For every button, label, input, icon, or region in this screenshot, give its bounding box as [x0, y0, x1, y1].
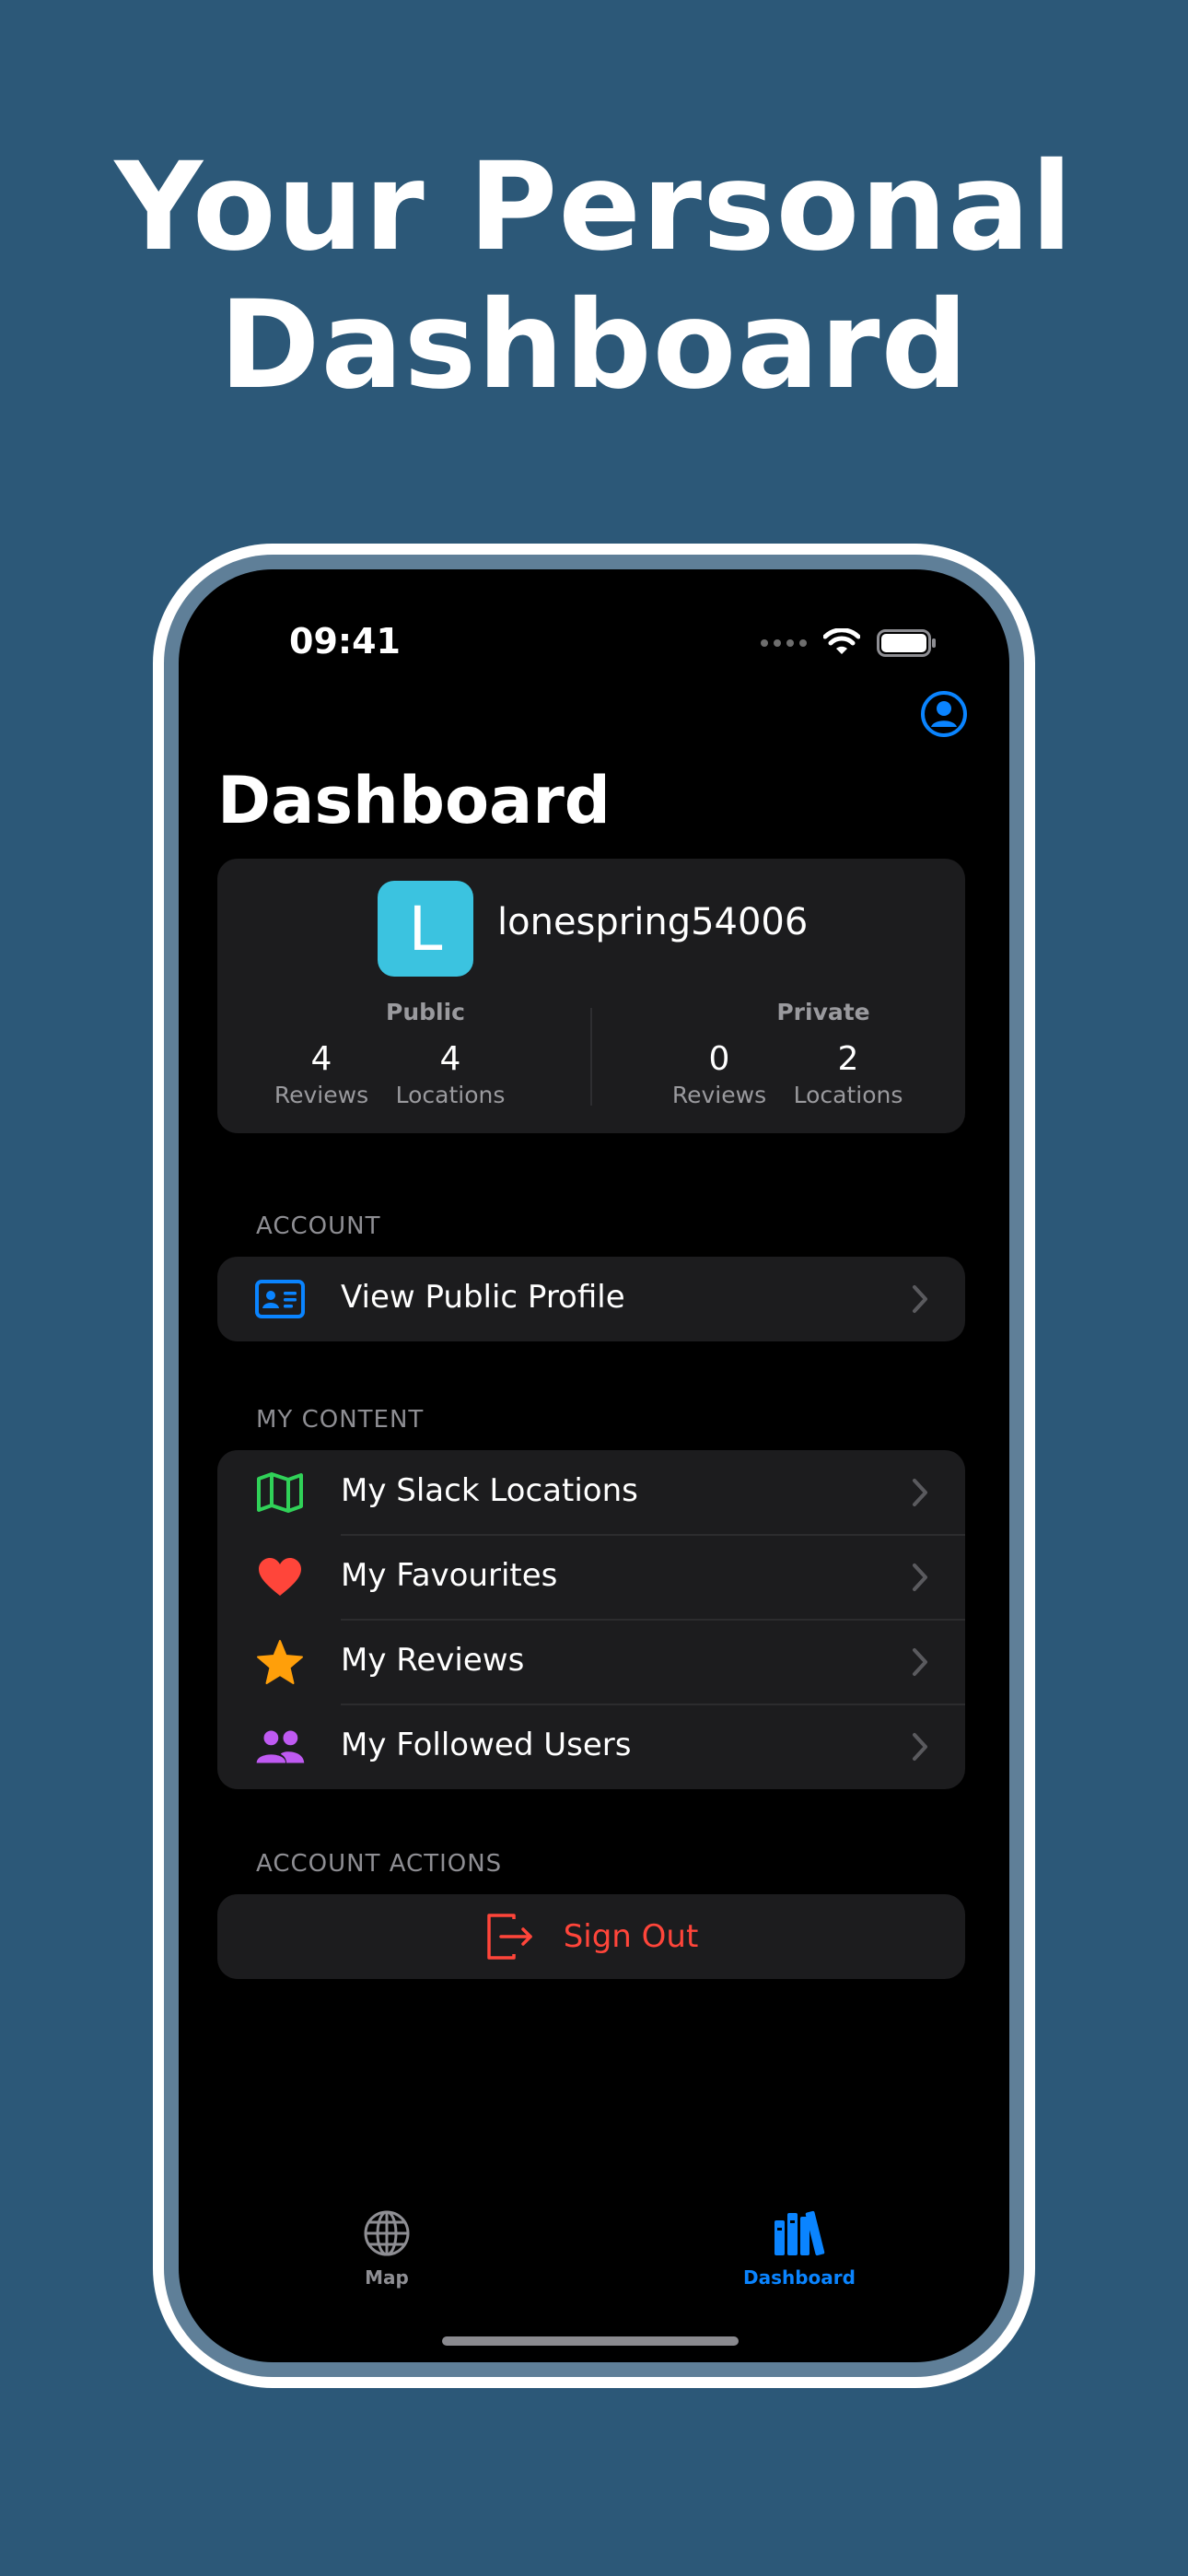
section-header-my-content: MY CONTENT — [256, 1406, 425, 1434]
username: lonespring54006 — [497, 901, 809, 943]
sign-out-button[interactable]: Sign Out — [217, 1894, 965, 1979]
account-actions-list: Sign Out — [217, 1894, 965, 1979]
wifi-icon — [823, 628, 860, 654]
public-locations-stat: 4 Locations — [390, 1039, 510, 1111]
phone-bezel: 09:41 Dashboard L lonespring54006 Public… — [164, 555, 1024, 2377]
row-my-reviews[interactable]: My Reviews — [217, 1620, 965, 1704]
chevron-right-icon — [913, 1733, 927, 1761]
account-circle-icon[interactable] — [919, 689, 969, 739]
map-icon — [257, 1472, 303, 1513]
status-time: 09:41 — [289, 621, 401, 662]
phone-screen: 09:41 Dashboard L lonespring54006 Public… — [179, 569, 1009, 2362]
row-label: My Reviews — [341, 1642, 525, 1679]
stat-label: Locations — [395, 1082, 506, 1108]
battery-icon — [877, 629, 936, 657]
phone-frame: 09:41 Dashboard L lonespring54006 Public… — [153, 544, 1035, 2388]
status-indicators — [761, 625, 938, 662]
stat-value: 0 — [708, 1040, 730, 1078]
cellular-signal-icon — [761, 639, 807, 647]
marketing-headline: Your Personal Dashboard — [0, 138, 1188, 415]
row-my-favourites[interactable]: My Favourites — [217, 1535, 965, 1620]
stat-value: 2 — [837, 1040, 859, 1078]
sign-out-label: Sign Out — [563, 1918, 699, 1955]
tab-bar: Map Dashboard — [179, 2206, 1009, 2307]
row-view-public-profile[interactable]: View Public Profile — [217, 1257, 965, 1341]
star-icon — [257, 1640, 303, 1684]
id-card-icon — [255, 1280, 305, 1318]
people-icon — [256, 1730, 305, 1763]
chevron-right-icon — [913, 1479, 927, 1506]
home-indicator[interactable] — [442, 2336, 739, 2346]
tab-map[interactable]: Map — [295, 2206, 479, 2289]
stat-value: 4 — [310, 1040, 332, 1078]
tab-label: Dashboard — [743, 2266, 856, 2289]
sign-out-icon — [486, 1914, 532, 1960]
row-my-followed-users[interactable]: My Followed Users — [217, 1704, 965, 1789]
chevron-right-icon — [913, 1285, 927, 1313]
globe-icon — [364, 2210, 410, 2256]
avatar: L — [378, 881, 473, 977]
page-title: Dashboard — [217, 763, 611, 838]
private-locations-stat: 2 Locations — [788, 1039, 908, 1111]
public-reviews-stat: 4 Reviews — [262, 1039, 381, 1111]
my-content-list: My Slack Locations My Favourites My Revi… — [217, 1450, 965, 1789]
tab-label: Map — [365, 2266, 409, 2289]
stat-value: 4 — [439, 1040, 461, 1078]
section-header-account: ACCOUNT — [256, 1212, 381, 1240]
books-icon — [775, 2210, 825, 2256]
stat-label: Locations — [793, 1082, 903, 1108]
stats-divider — [590, 1008, 592, 1106]
row-label: My Followed Users — [341, 1727, 632, 1763]
tab-dashboard[interactable]: Dashboard — [707, 2206, 891, 2289]
row-label: My Favourites — [341, 1557, 558, 1594]
profile-summary-card: L lonespring54006 Public 4 Reviews 4 Loc… — [217, 859, 965, 1133]
headline-line-2: Dashboard — [218, 275, 970, 416]
section-header-account-actions: ACCOUNT ACTIONS — [256, 1850, 503, 1878]
headline-line-1: Your Personal — [114, 136, 1074, 278]
heart-icon — [259, 1558, 301, 1596]
stat-label: Reviews — [671, 1082, 767, 1108]
private-stats-title: Private — [776, 999, 870, 1025]
stat-label: Reviews — [274, 1082, 369, 1108]
public-stats-title: Public — [386, 999, 465, 1025]
row-my-slack-locations[interactable]: My Slack Locations — [217, 1450, 965, 1535]
account-list: View Public Profile — [217, 1257, 965, 1341]
chevron-right-icon — [913, 1648, 927, 1676]
private-reviews-stat: 0 Reviews — [659, 1039, 779, 1111]
row-label: My Slack Locations — [341, 1472, 638, 1509]
row-label: View Public Profile — [341, 1279, 625, 1316]
chevron-right-icon — [913, 1563, 927, 1591]
